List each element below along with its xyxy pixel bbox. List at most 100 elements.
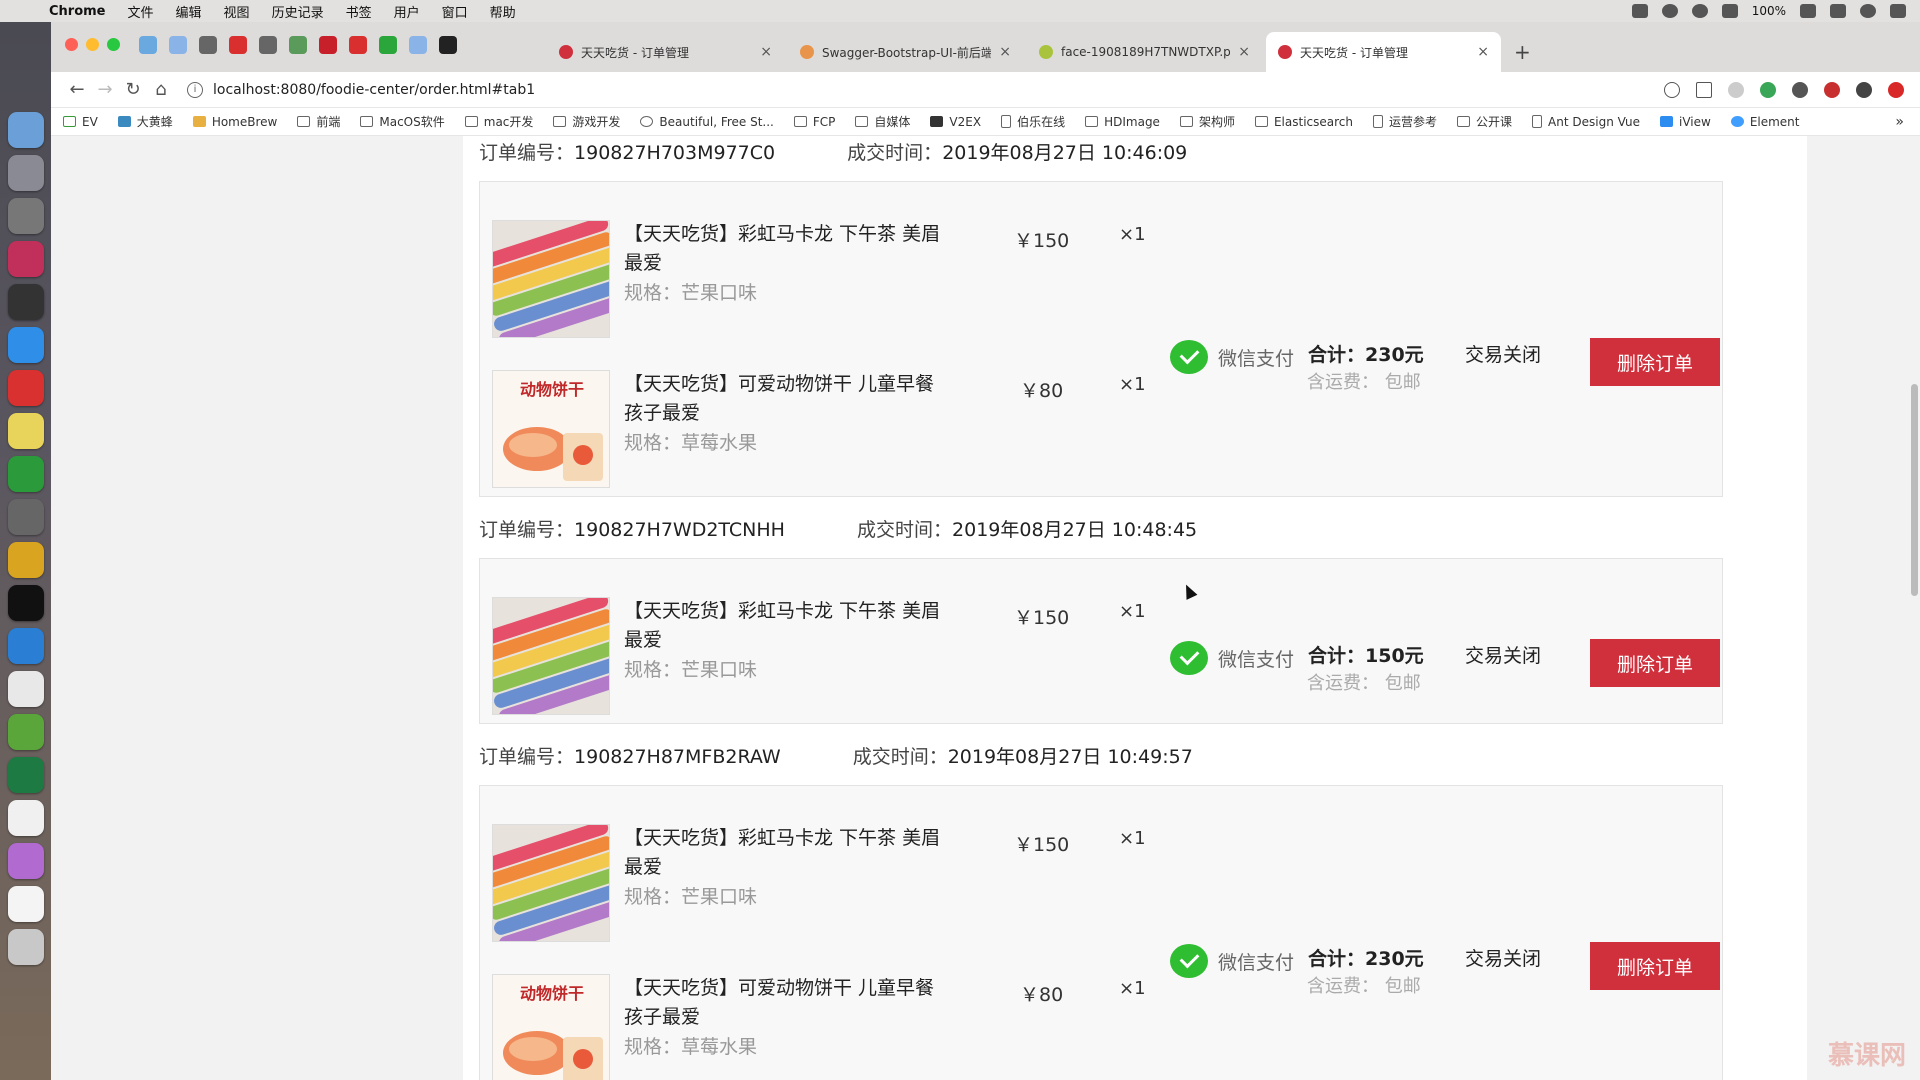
excel-icon[interactable] [7, 757, 44, 793]
delete-order-button[interactable]: 删除订单 [1590, 942, 1720, 990]
bookmark-element[interactable]: Element [1730, 115, 1800, 129]
notification-center-icon[interactable] [1890, 4, 1906, 18]
trash-icon[interactable] [7, 929, 44, 965]
finder-icon[interactable] [7, 112, 44, 148]
pinned-tab-icon[interactable] [169, 36, 187, 54]
adblock-icon[interactable] [1824, 81, 1840, 98]
tab-order-management-active[interactable]: 天天吃货 - 订单管理 × [1266, 32, 1501, 72]
item-name[interactable]: 【天天吃货】彩虹马卡龙 下午茶 美眉最爱 [624, 597, 944, 655]
bookmark-v2ex[interactable]: V2EX [930, 115, 981, 129]
minimize-window-button[interactable] [86, 38, 99, 51]
macaron-image[interactable] [492, 824, 610, 942]
bookmark-homebrew[interactable]: HomeBrew [192, 115, 277, 129]
delete-order-button[interactable]: 删除订单 [1590, 639, 1720, 687]
launchpad-icon[interactable] [7, 155, 44, 191]
bookmark-folder-macdev[interactable]: mac开发 [464, 113, 533, 130]
address-bar[interactable]: i localhost:8080/foodie-center/order.htm… [187, 76, 1664, 104]
bookmark-folder-gamedev[interactable]: 游戏开发 [553, 113, 620, 130]
item-name[interactable]: 【天天吃货】彩虹马卡龙 下午茶 美眉最爱 [624, 824, 944, 882]
color-picker-icon[interactable] [7, 843, 44, 879]
zoom-icon[interactable] [1664, 81, 1680, 98]
menu-bookmarks[interactable]: 书签 [335, 2, 383, 21]
pinned-tab-icon[interactable] [229, 36, 247, 54]
reload-icon[interactable]: ↻ [119, 79, 147, 100]
document-icon[interactable] [7, 886, 44, 922]
vscode-icon[interactable] [7, 628, 44, 664]
bookmark-folder-hdimage[interactable]: HDImage [1085, 115, 1160, 129]
volume-icon[interactable] [1721, 4, 1738, 18]
bookmark-beautiful[interactable]: Beautiful, Free St... [640, 115, 774, 129]
tab-swagger[interactable]: Swagger-Bootstrap-UI-前后端 × [788, 32, 1023, 72]
zoom-window-button[interactable] [107, 38, 120, 51]
menu-app-name[interactable]: Chrome [38, 4, 117, 19]
bookmark-folder-elasticsearch[interactable]: Elasticsearch [1254, 115, 1353, 129]
bookmark-folder-media[interactable]: 自媒体 [855, 113, 910, 130]
extension-shield-icon[interactable] [1728, 81, 1744, 98]
item-name[interactable]: 【天天吃货】彩虹马卡龙 下午茶 美眉最爱 [624, 220, 944, 278]
profile-avatar-icon[interactable] [1856, 81, 1872, 98]
menu-view[interactable]: 视图 [213, 2, 261, 21]
menu-file[interactable]: 文件 [117, 2, 165, 21]
page-scrollbar[interactable] [1908, 136, 1920, 1080]
media-app-icon[interactable] [7, 499, 44, 535]
bookmark-folder-macos[interactable]: MacOS软件 [360, 113, 445, 130]
tab-face-image[interactable]: face-1908189H7TNWDTXP.pn × [1027, 32, 1262, 72]
bookmark-bumblebee[interactable]: 大黄蜂 [117, 113, 173, 130]
bookmark-folder-opencourse[interactable]: 公开课 [1457, 113, 1512, 130]
bookmark-ops[interactable]: 运营参考 [1373, 113, 1437, 130]
extension-icon[interactable] [1792, 81, 1808, 98]
ultraedit-icon[interactable] [7, 542, 44, 578]
vue-devtools-icon[interactable] [1760, 81, 1776, 98]
animal-biscuit-image[interactable]: 动物饼干 [492, 974, 610, 1080]
menu-history[interactable]: 历史记录 [261, 2, 335, 21]
pinned-tab-icon[interactable] [319, 36, 337, 54]
forward-icon[interactable]: → [91, 79, 119, 100]
github-icon[interactable] [439, 36, 457, 54]
spring-tool-icon[interactable] [7, 714, 44, 750]
wifi-icon[interactable] [1691, 4, 1708, 18]
spotlight-icon[interactable] [1860, 4, 1876, 18]
bookmark-iview[interactable]: iView [1660, 115, 1711, 129]
menu-people[interactable]: 用户 [383, 2, 431, 21]
pinned-tab-icon[interactable] [379, 36, 397, 54]
intellij-icon[interactable] [7, 241, 44, 277]
back-icon[interactable]: ← [63, 79, 91, 100]
code-editor-icon[interactable] [7, 284, 44, 320]
bitcoin-icon[interactable] [1661, 4, 1678, 18]
animal-biscuit-image[interactable]: 动物饼干 [492, 370, 610, 488]
evernote-icon[interactable] [7, 456, 44, 492]
bookmark-antd-vue[interactable]: Ant Design Vue [1532, 115, 1640, 129]
bookmark-folder-fcp[interactable]: FCP [793, 115, 835, 129]
bookmark-folder-frontend[interactable]: 前端 [297, 113, 340, 130]
tab-close-icon[interactable]: × [1238, 44, 1250, 60]
macaron-image[interactable] [492, 220, 610, 338]
menu-update-icon[interactable] [1888, 81, 1904, 98]
bookmark-folder-architect[interactable]: 架构师 [1179, 113, 1235, 130]
item-name[interactable]: 【天天吃货】可爱动物饼干 儿童早餐 孩子最爱 [624, 974, 944, 1032]
home-icon[interactable]: ⌂ [147, 79, 175, 100]
new-tab-button[interactable]: + [1514, 40, 1531, 64]
close-window-button[interactable] [65, 38, 78, 51]
youdao-icon[interactable] [7, 370, 44, 406]
pinned-tab-icon[interactable] [289, 36, 307, 54]
menu-help[interactable]: 帮助 [479, 2, 527, 21]
scrollbar-thumb[interactable] [1911, 384, 1918, 596]
bookmarks-overflow-icon[interactable]: » [1895, 114, 1920, 130]
pinned-tab-icon[interactable] [349, 36, 367, 54]
item-name[interactable]: 【天天吃货】可爱动物饼干 儿童早餐 孩子最爱 [624, 370, 944, 428]
bookmark-jobbole[interactable]: 伯乐在线 [1001, 113, 1065, 130]
macaron-image[interactable] [492, 597, 610, 715]
bookmark-star-icon[interactable] [1696, 81, 1712, 98]
menu-window[interactable]: 窗口 [431, 2, 479, 21]
tab-close-icon[interactable]: × [999, 44, 1011, 60]
site-info-icon[interactable]: i [187, 81, 203, 98]
menu-edit[interactable]: 编辑 [165, 2, 213, 21]
url-text[interactable]: localhost:8080/foodie-center/order.html#… [213, 82, 535, 98]
battery-percent[interactable]: 100% [1752, 4, 1786, 18]
keynote-icon[interactable] [7, 800, 44, 836]
tab-order-management-1[interactable]: 天天吃货 - 订单管理 × [547, 32, 784, 72]
delete-order-button[interactable]: 删除订单 [1590, 338, 1720, 386]
input-method-icon[interactable] [1830, 4, 1846, 18]
system-preferences-icon[interactable] [7, 198, 44, 234]
bookmark-ev[interactable]: EV [63, 115, 98, 129]
